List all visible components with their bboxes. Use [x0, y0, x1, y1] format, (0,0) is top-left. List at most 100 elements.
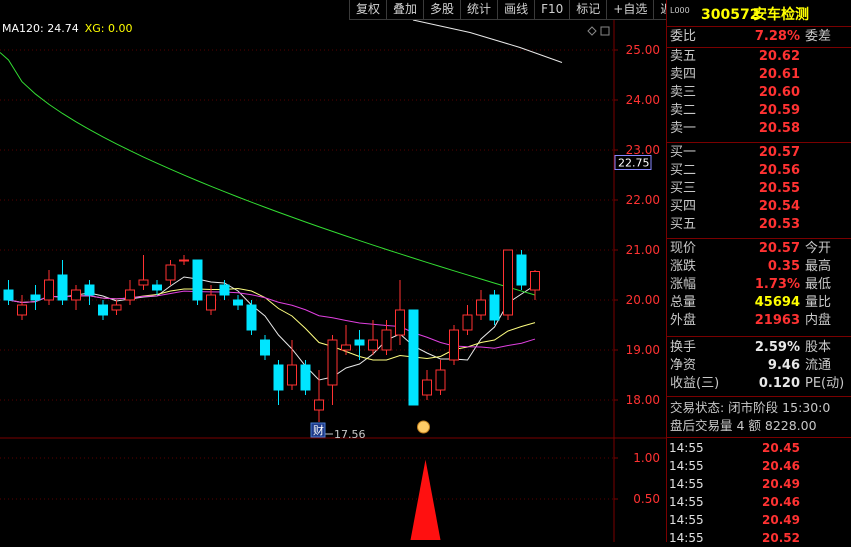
- kline-chart[interactable]: 25.00 24.00 23.00 22.00 21.00 20.00 19.00 18.00…: [0, 0, 666, 542]
- ask-price: 20.59: [758, 103, 800, 118]
- candle-down[interactable]: [57, 274, 68, 301]
- candle-down[interactable]: [300, 364, 311, 391]
- quote-label: 外盘: [670, 313, 697, 328]
- candle-down[interactable]: [98, 304, 108, 316]
- quote-value: 45694: [754, 295, 800, 310]
- candle-up[interactable]: [111, 304, 122, 311]
- toolbar-f10-button[interactable]: F10: [534, 0, 570, 20]
- chart-grid: [0, 20, 666, 542]
- candle-down[interactable]: [516, 254, 527, 286]
- tick-time: 14:55: [669, 495, 704, 509]
- bid-price: 20.53: [758, 217, 800, 232]
- stat-right-label: 股本: [805, 340, 832, 355]
- quote-row: 现价 20.57 今开: [667, 240, 851, 258]
- bid-label: 买二: [670, 163, 697, 178]
- candle-down[interactable]: [233, 299, 243, 306]
- ask-price: 20.62: [758, 49, 800, 64]
- candle-down[interactable]: [219, 284, 230, 296]
- candle-up[interactable]: [138, 279, 149, 286]
- quote-row: 总量 45694 量比: [667, 294, 851, 312]
- ask-row: 卖四 20.61: [667, 66, 851, 84]
- candle-down[interactable]: [354, 339, 365, 346]
- candle-up[interactable]: [327, 339, 338, 386]
- candle-up[interactable]: [165, 264, 176, 281]
- stat-value: 0.120: [758, 376, 800, 391]
- candle-up[interactable]: [435, 369, 446, 391]
- price-tick-label: 20.00: [626, 293, 660, 307]
- candle-up[interactable]: [125, 289, 135, 301]
- quote-right-label: 内盘: [805, 313, 832, 328]
- candle-down[interactable]: [3, 289, 14, 301]
- stat-row: 收益(三) 0.120 PE(动): [667, 375, 851, 393]
- candle-up[interactable]: [287, 364, 297, 386]
- ask-label: 卖二: [670, 103, 697, 118]
- candle-up[interactable]: [449, 329, 459, 361]
- tick-row: 14:55 20.49: [667, 511, 851, 529]
- toolbar-add-watchlist-button[interactable]: +自选: [606, 0, 654, 20]
- quote-right-label: 最低: [805, 277, 832, 292]
- tick-price: 20.46: [762, 459, 800, 473]
- bid-row: 买三 20.55: [667, 180, 851, 198]
- quote-value: 21963: [754, 313, 800, 328]
- candle-down[interactable]: [84, 284, 95, 296]
- quote-label: 涨幅: [670, 277, 697, 292]
- divider: [667, 26, 851, 27]
- toolbar-mark-button[interactable]: 标记: [569, 0, 607, 20]
- stat-right-label: PE(动): [805, 376, 845, 391]
- candle-up[interactable]: [503, 249, 513, 316]
- candle-up[interactable]: [17, 304, 27, 316]
- candle-down[interactable]: [152, 284, 162, 291]
- tick-time: 14:55: [669, 441, 704, 455]
- ask-price: 20.58: [758, 121, 800, 136]
- divider: [667, 396, 851, 397]
- stock-name: 安车检测: [753, 7, 809, 23]
- candle-up[interactable]: [476, 299, 486, 316]
- ma120-value: MA120: 24.74: [2, 22, 79, 35]
- candle-up[interactable]: [206, 294, 216, 311]
- price-tick-label: 25.00: [626, 43, 660, 57]
- stat-label: 净资: [670, 358, 697, 373]
- candle-up[interactable]: [368, 339, 378, 351]
- trade-status: 交易状态: 闭市阶段 15:30:0: [670, 400, 831, 415]
- ask-price: 20.61: [758, 67, 800, 82]
- bid-label: 买三: [670, 181, 697, 196]
- candle-up[interactable]: [71, 289, 81, 301]
- candle-down[interactable]: [30, 294, 41, 301]
- stat-label: 换手: [670, 340, 697, 355]
- candle-up[interactable]: [530, 271, 540, 291]
- price-tick-label: 23.00: [626, 143, 660, 157]
- ask-price: 20.60: [758, 85, 800, 100]
- candlesticks[interactable]: [3, 249, 540, 422]
- candle-up[interactable]: [179, 259, 189, 262]
- toolbar-overlay-button[interactable]: 叠加: [386, 0, 424, 20]
- candle-down[interactable]: [192, 259, 203, 301]
- tick-price: 20.49: [762, 477, 800, 491]
- candle-up[interactable]: [422, 379, 432, 396]
- ask-row: 卖二 20.59: [667, 102, 851, 120]
- tick-time: 14:55: [669, 459, 704, 473]
- stock-header: L000 300572 安车检测: [667, 4, 851, 26]
- toolbar-restore-rights-button[interactable]: 复权: [349, 0, 387, 20]
- candle-down[interactable]: [408, 309, 419, 406]
- candle-down[interactable]: [260, 339, 270, 356]
- candle-up[interactable]: [314, 399, 324, 411]
- candle-down[interactable]: [246, 304, 257, 331]
- candle-up[interactable]: [381, 329, 392, 351]
- candle-down[interactable]: [489, 294, 500, 321]
- toolbar-multi-stock-button[interactable]: 多股: [423, 0, 461, 20]
- ask-row: 卖五 20.62: [667, 48, 851, 66]
- tick-row: 14:55 20.49: [667, 475, 851, 493]
- volume-tick-label: 1.00: [633, 451, 660, 465]
- candle-up[interactable]: [395, 309, 405, 336]
- tick-price: 20.46: [762, 495, 800, 509]
- quote-value: 20.57: [758, 241, 800, 256]
- toolbar-draw-line-button[interactable]: 画线: [497, 0, 535, 20]
- candle-down[interactable]: [273, 364, 284, 391]
- tick-time: 14:55: [669, 477, 704, 491]
- candle-up[interactable]: [341, 344, 351, 351]
- divider: [667, 142, 851, 143]
- candle-up[interactable]: [44, 279, 54, 301]
- finance-badge-label[interactable]: 财: [313, 423, 324, 437]
- candle-up[interactable]: [462, 314, 473, 331]
- toolbar-statistics-button[interactable]: 统计: [460, 0, 498, 20]
